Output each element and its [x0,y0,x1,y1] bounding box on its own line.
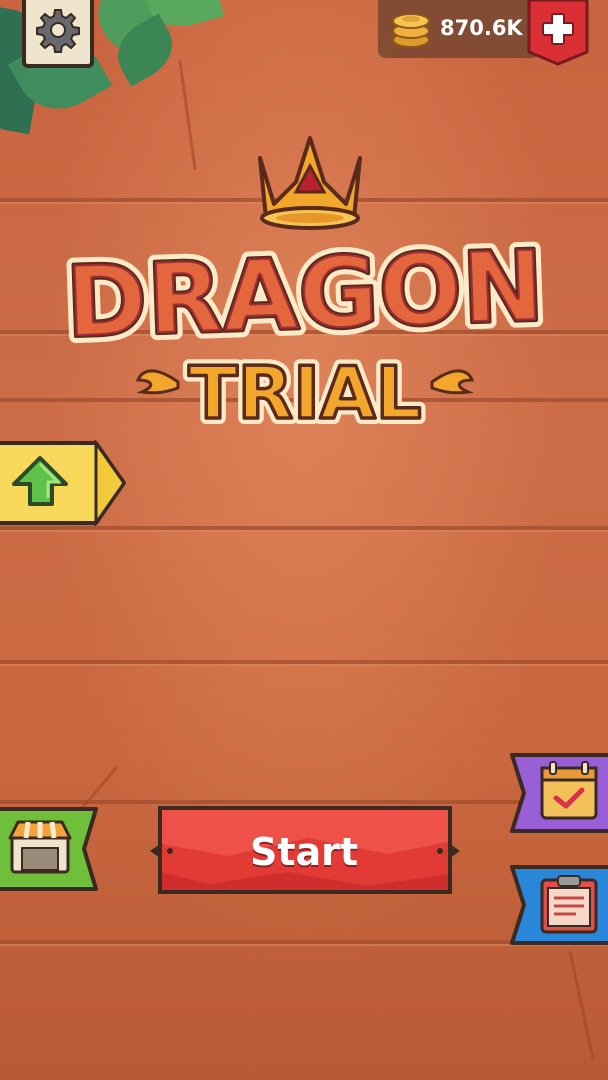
plank-highlight [0,530,608,532]
clipboard-icon [540,875,598,934]
left-wing-icon [135,369,180,395]
title-dragon-shade: DRAGON [64,230,546,361]
add-coins-button[interactable] [527,0,589,66]
title-trial-outline: TRIAL [189,351,422,435]
shop-icon [8,820,72,874]
coins-value: 870.6K [440,16,523,40]
tasks-button[interactable] [508,864,608,946]
daily-rewards-button[interactable] [508,752,608,834]
gear-icon [35,7,81,57]
right-wing-icon [430,369,475,395]
calendar-check-icon [540,761,598,820]
settings-button[interactable] [22,0,94,68]
upgrade-button[interactable] [0,438,128,528]
crown-icon [258,136,362,230]
plank-highlight [0,664,608,666]
start-button-label: Start [249,830,359,874]
coin-stack-icon [388,4,434,50]
game-logo: DRAGON DRAGON DRAGON TRIAL TRIAL [57,128,553,441]
shop-button[interactable] [0,806,100,892]
